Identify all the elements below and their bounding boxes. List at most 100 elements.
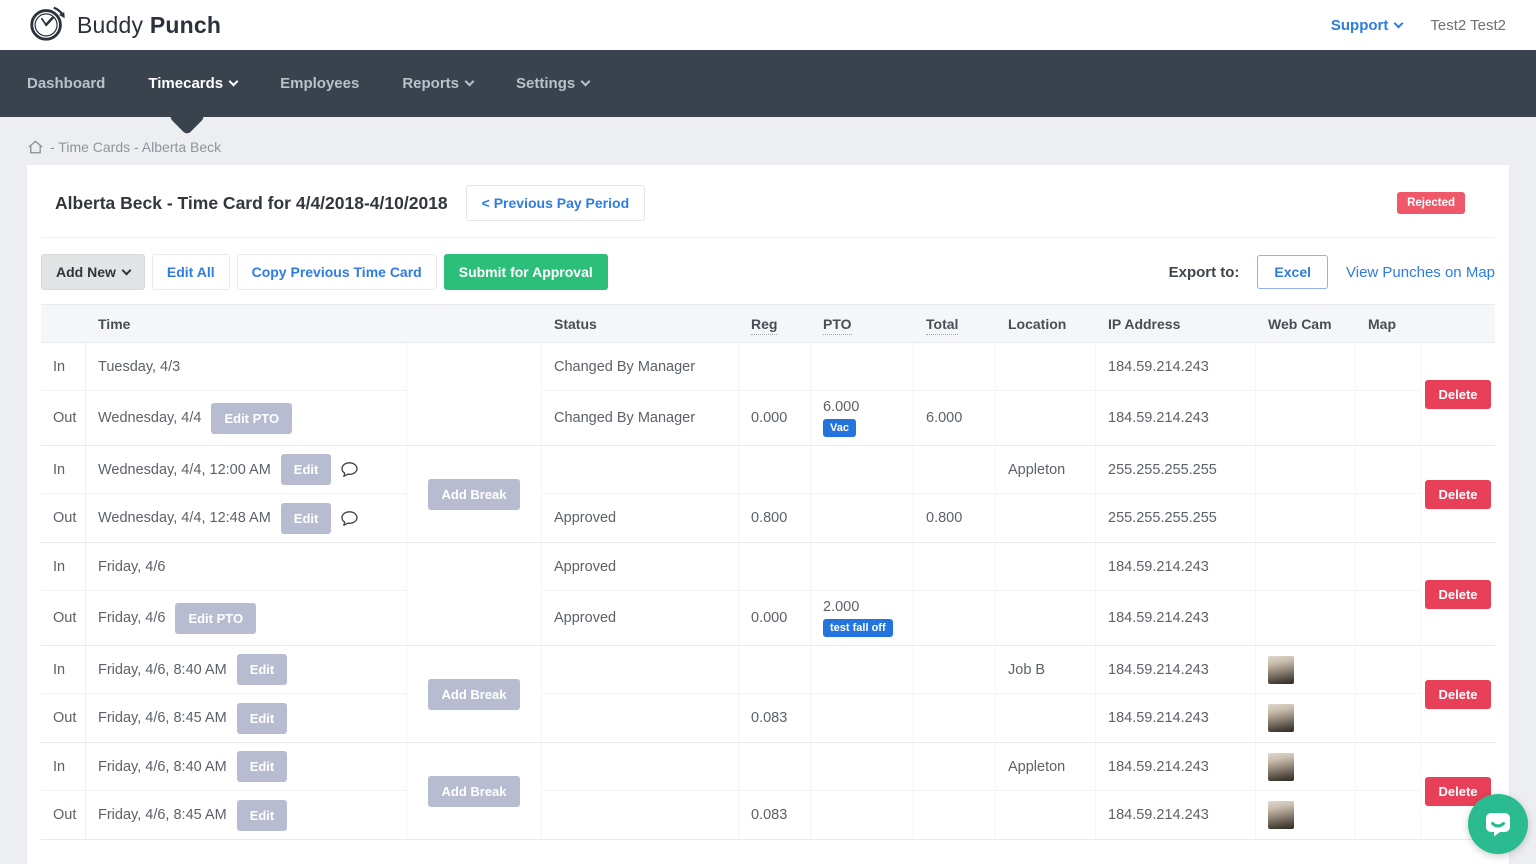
total-cell: 0.800: [914, 494, 996, 542]
total-cell: [914, 694, 996, 742]
breadcrumb-text[interactable]: - Time Cards - Alberta Beck: [50, 139, 221, 155]
reg-cell: 0.800: [739, 494, 811, 542]
nav-timecards[interactable]: Timecards: [148, 75, 237, 92]
ip-cell: 184.59.214.243: [1096, 591, 1256, 645]
location-cell: [996, 543, 1096, 591]
add-break-button[interactable]: Add Break: [428, 479, 519, 510]
total-cell: [914, 791, 996, 839]
home-icon[interactable]: [27, 139, 44, 155]
in-label: In: [41, 743, 86, 791]
edit-punch-button[interactable]: Edit: [237, 703, 288, 734]
map-cell: [1356, 743, 1421, 791]
timecard-toolbar: Add New Edit All Copy Previous Time Card…: [41, 238, 1495, 304]
reg-cell: 0.000: [739, 591, 811, 645]
copy-previous-time-card-button[interactable]: Copy Previous Time Card: [237, 254, 437, 290]
punch-time: Friday, 4/6: [98, 610, 165, 626]
map-cell: [1356, 694, 1421, 742]
nav-dashboard[interactable]: Dashboard: [27, 75, 105, 92]
add-break-button[interactable]: Add Break: [428, 679, 519, 710]
out-label: Out: [41, 494, 86, 542]
status-cell: Changed By Manager: [542, 391, 739, 445]
buddy-punch-logo[interactable]: Buddy Punch: [27, 2, 221, 49]
webcam-cell: [1256, 694, 1356, 742]
webcam-cell: [1256, 591, 1356, 645]
time-cell: Friday, 4/6, 8:45 AM Edit: [86, 791, 407, 839]
submit-for-approval-button[interactable]: Submit for Approval: [444, 254, 608, 290]
export-excel-button[interactable]: Excel: [1257, 255, 1328, 289]
location-cell: [996, 694, 1096, 742]
header-pto: PTO: [811, 316, 914, 332]
ip-cell: 184.59.214.243: [1096, 343, 1256, 391]
chevron-down-icon: [121, 266, 131, 276]
status-cell: [542, 743, 739, 791]
webcam-photo[interactable]: [1268, 656, 1294, 684]
total-cell: 6.000: [914, 391, 996, 445]
reg-cell: [739, 543, 811, 591]
view-punches-on-map-link[interactable]: View Punches on Map: [1346, 264, 1495, 281]
pto-cell: [811, 343, 914, 391]
break-cell: Add Break: [407, 646, 542, 742]
edit-punch-button[interactable]: Edit: [281, 503, 332, 534]
break-cell: [407, 543, 542, 645]
webcam-photo[interactable]: [1268, 801, 1294, 829]
status-cell: Approved: [542, 543, 739, 591]
total-cell: [914, 543, 996, 591]
support-link[interactable]: Support: [1331, 17, 1403, 34]
in-label: In: [41, 343, 86, 391]
location-cell: [996, 791, 1096, 839]
add-break-button[interactable]: Add Break: [428, 776, 519, 807]
previous-pay-period-button[interactable]: < Previous Pay Period: [466, 185, 645, 221]
breadcrumb: - Time Cards - Alberta Beck: [27, 139, 1509, 155]
punch-time: Tuesday, 4/3: [98, 359, 180, 375]
nav-employees[interactable]: Employees: [280, 75, 359, 92]
chat-bubble-icon: [1483, 809, 1513, 839]
add-new-button[interactable]: Add New: [41, 254, 145, 290]
delete-button[interactable]: Delete: [1425, 680, 1490, 709]
location-cell: [996, 591, 1096, 645]
total-cell: [914, 446, 996, 494]
nav-settings[interactable]: Settings: [516, 75, 589, 92]
pto-cell: 2.000 test fall off: [811, 591, 914, 645]
time-cell: Wednesday, 4/4 Edit PTO: [86, 391, 407, 445]
edit-punch-button[interactable]: Edit: [237, 800, 288, 831]
comment-icon[interactable]: [341, 511, 358, 526]
webcam-photo[interactable]: [1268, 704, 1294, 732]
delete-button[interactable]: Delete: [1425, 380, 1490, 409]
delete-button[interactable]: Delete: [1425, 580, 1490, 609]
location-cell: [996, 391, 1096, 445]
header-location: Location: [996, 316, 1096, 332]
nav-reports[interactable]: Reports: [402, 75, 473, 92]
pto-cell: [811, 543, 914, 591]
edit-punch-button[interactable]: Edit: [237, 751, 288, 782]
webcam-photo[interactable]: [1268, 753, 1294, 781]
reg-cell: [739, 646, 811, 694]
time-cell: Friday, 4/6: [86, 543, 407, 591]
in-label: In: [41, 646, 86, 694]
edit-punch-button[interactable]: Edit: [237, 654, 288, 685]
pto-hours: 2.000: [823, 599, 859, 615]
punch-pair-group: In Wednesday, 4/4, 12:00 AM Edit Add Bre…: [41, 446, 1495, 543]
pto-type-badge: Vac: [823, 419, 856, 437]
map-cell: [1356, 543, 1421, 591]
edit-punch-button[interactable]: Edit: [281, 454, 332, 485]
break-cell: Add Break: [407, 446, 542, 542]
punch-pair-group: In Friday, 4/6, 8:40 AM Edit Add Break A…: [41, 743, 1495, 840]
out-label: Out: [41, 791, 86, 839]
map-cell: [1356, 591, 1421, 645]
delete-button[interactable]: Delete: [1425, 480, 1490, 509]
comment-icon[interactable]: [341, 462, 358, 477]
ip-cell: 255.255.255.255: [1096, 446, 1256, 494]
pto-cell: [811, 446, 914, 494]
chat-launcher-button[interactable]: [1468, 794, 1528, 854]
punch-time: Friday, 4/6, 8:45 AM: [98, 710, 227, 726]
user-menu[interactable]: Test2 Test2: [1430, 17, 1506, 34]
edit-pto-button[interactable]: Edit PTO: [211, 403, 292, 434]
webcam-cell: [1256, 646, 1356, 694]
delete-cell: Delete: [1421, 646, 1495, 742]
chevron-down-icon: [1394, 18, 1404, 28]
header-time: Time: [86, 316, 407, 332]
edit-pto-button[interactable]: Edit PTO: [175, 603, 256, 634]
pto-cell: [811, 791, 914, 839]
pto-cell: 6.000 Vac: [811, 391, 914, 445]
edit-all-button[interactable]: Edit All: [152, 254, 230, 290]
